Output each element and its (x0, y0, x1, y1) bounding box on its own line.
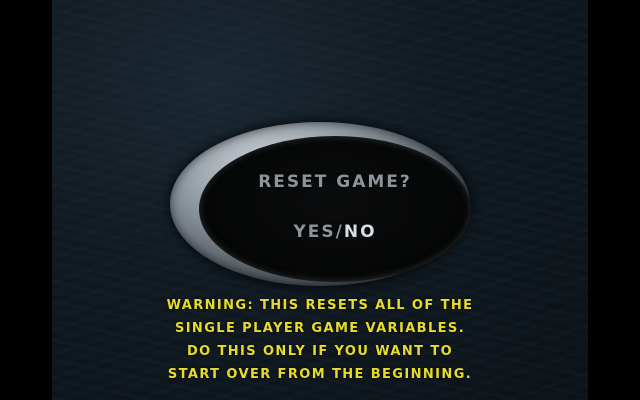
game-screen: RESET GAME? YES/NO WARNING: THIS RESETS … (0, 0, 640, 400)
option-separator: / (335, 222, 344, 242)
warning-message: WARNING: THIS RESETS ALL OF THE SINGLE P… (96, 294, 544, 386)
warning-line: SINGLE PLAYER GAME VARIABLES. (174, 321, 466, 336)
reset-game-title: RESET GAME? (258, 172, 412, 192)
warning-line: START OVER FROM THE BEGINNING. (167, 367, 473, 382)
no-option[interactable]: NO (344, 222, 377, 242)
warning-line: DO THIS ONLY IF YOU WANT TO (186, 344, 454, 359)
ring-center-panel (199, 136, 471, 282)
yes-option[interactable]: YES (293, 222, 335, 242)
warning-line: WARNING: THIS RESETS ALL OF THE (166, 298, 474, 313)
yes-no-choices: YES/NO (200, 222, 470, 242)
